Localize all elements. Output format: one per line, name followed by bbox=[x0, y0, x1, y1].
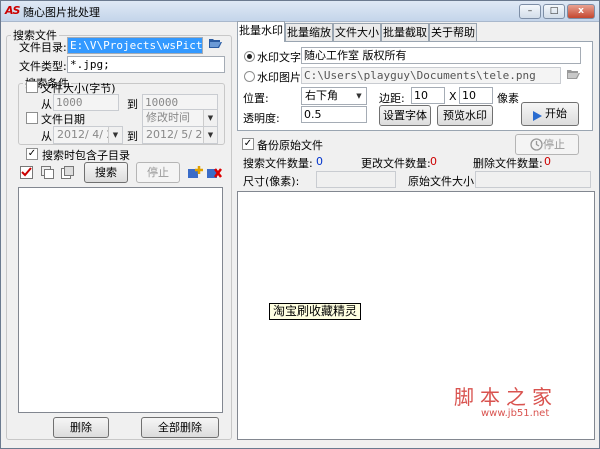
dir-label: 文件目录: bbox=[19, 41, 67, 54]
date-mode-value: 修改时间 bbox=[146, 111, 190, 124]
set-font-button[interactable]: 设置字体 bbox=[379, 105, 431, 126]
date-to-label: 到 bbox=[127, 130, 138, 143]
pixel-unit-label: 像素 bbox=[497, 92, 519, 105]
image-watermark-radio[interactable] bbox=[244, 71, 255, 82]
changed-count-label: 更改文件数量: bbox=[361, 157, 431, 170]
changed-count-value: 0 bbox=[430, 155, 437, 168]
date-label: 文件日期 bbox=[41, 113, 85, 126]
margin-x-separator: X bbox=[449, 90, 457, 103]
app-logo-icon: AS bbox=[5, 4, 20, 17]
dir-input[interactable]: E:\V\Projects\wsPicture bbox=[67, 37, 203, 54]
date-mode-select[interactable]: 修改时间 ▼ bbox=[142, 109, 218, 127]
size-from-label: 从 bbox=[41, 98, 52, 111]
process-stop-label: 停止 bbox=[543, 138, 565, 151]
tab-filesize[interactable]: 文件大小 bbox=[333, 23, 381, 41]
tab-crop[interactable]: 批量截取 bbox=[381, 23, 429, 41]
chevron-down-icon: ▼ bbox=[203, 127, 217, 143]
deleted-count-value: 0 bbox=[544, 155, 551, 168]
invert-selection-icon[interactable] bbox=[61, 166, 74, 182]
orig-size-value bbox=[475, 171, 591, 188]
date-from-picker[interactable]: 2012/ 4/ 2 ▼ bbox=[53, 126, 123, 144]
folder-open-icon[interactable] bbox=[209, 37, 222, 51]
maximize-button[interactable]: □ bbox=[543, 4, 565, 19]
watermark-text-input[interactable]: 随心工作室 版权所有 bbox=[301, 47, 581, 64]
position-label: 位置: bbox=[243, 92, 269, 105]
preview-watermark-button[interactable]: 预览水印 bbox=[437, 105, 493, 126]
window-title: 随心图片批处理 bbox=[23, 6, 100, 19]
delete-button[interactable]: 删除 bbox=[53, 417, 109, 438]
play-icon bbox=[532, 108, 543, 130]
margin-label: 边距: bbox=[379, 92, 405, 105]
close-button[interactable]: x bbox=[567, 4, 595, 19]
backup-checkbox[interactable]: ✓ bbox=[242, 138, 254, 150]
type-input[interactable]: *.jpg; bbox=[67, 56, 225, 73]
copy-icon[interactable] bbox=[41, 166, 54, 182]
size-from-input[interactable]: 1000 bbox=[53, 94, 119, 111]
dimensions-value bbox=[316, 171, 396, 188]
search-count-value: 0 bbox=[316, 155, 323, 168]
process-stop-button[interactable]: 停止 bbox=[515, 134, 579, 155]
size-to-label: 到 bbox=[127, 98, 138, 111]
app-window: AS 随心图片批处理 – □ x 搜索文件 文件目录: E:\V\Project… bbox=[0, 0, 600, 449]
add-files-icon[interactable] bbox=[188, 166, 203, 182]
margin-x-input[interactable]: 10 bbox=[411, 87, 445, 104]
date-to-picker[interactable]: 2012/ 5/ 2 ▼ bbox=[142, 126, 218, 144]
date-checkbox[interactable] bbox=[26, 112, 38, 124]
date-from-label: 从 bbox=[41, 130, 52, 143]
search-count-label: 搜索文件数量: bbox=[243, 157, 313, 170]
chevron-down-icon: ▼ bbox=[203, 110, 217, 126]
search-stop-button[interactable]: 停止 bbox=[136, 162, 180, 183]
include-subdir-checkbox[interactable]: ✓ bbox=[26, 148, 38, 160]
position-value: 右下角 bbox=[305, 89, 338, 102]
watermark-image-input[interactable]: C:\Users\playguy\Documents\tele.png bbox=[301, 67, 561, 84]
image-watermark-label: 水印图片: bbox=[257, 71, 305, 84]
include-subdir-label: 搜索时包含子目录 bbox=[42, 149, 130, 162]
file-list[interactable] bbox=[18, 187, 223, 413]
site-watermark-logo: 脚本之家 bbox=[454, 385, 558, 409]
size-checkbox[interactable] bbox=[26, 81, 38, 93]
tab-watermark[interactable]: 批量水印 bbox=[237, 21, 285, 42]
type-label: 文件类型: bbox=[19, 60, 67, 73]
orig-size-label: 原始文件大小: bbox=[408, 175, 478, 188]
title-bar[interactable]: AS 随心图片批处理 – □ x bbox=[1, 1, 599, 22]
opacity-input[interactable]: 0.5 bbox=[301, 106, 367, 123]
date-from-value: 2012/ 4/ 2 bbox=[57, 128, 114, 141]
delete-all-button[interactable]: 全部删除 bbox=[141, 417, 219, 438]
remove-files-icon[interactable] bbox=[207, 166, 222, 182]
start-button-label: 开始 bbox=[545, 107, 567, 120]
start-button[interactable]: 开始 bbox=[521, 102, 579, 126]
tooltip: 淘宝刷收藏精灵 bbox=[269, 303, 362, 320]
text-watermark-radio[interactable] bbox=[244, 51, 255, 62]
chevron-down-icon: ▼ bbox=[352, 88, 366, 104]
search-button[interactable]: 搜索 bbox=[84, 162, 128, 183]
backup-label: 备份原始文件 bbox=[257, 139, 323, 152]
deleted-count-label: 删除文件数量: bbox=[473, 157, 543, 170]
tab-about[interactable]: 关于帮助 bbox=[429, 23, 477, 41]
opacity-label: 透明度: bbox=[243, 112, 280, 125]
minimize-button[interactable]: – bbox=[519, 4, 541, 19]
date-to-value: 2012/ 5/ 2 bbox=[146, 128, 203, 141]
margin-y-input[interactable]: 10 bbox=[459, 87, 493, 104]
position-select[interactable]: 右下角 ▼ bbox=[301, 87, 367, 105]
check-all-icon[interactable] bbox=[20, 166, 33, 182]
tab-resize[interactable]: 批量缩放 bbox=[285, 23, 333, 41]
site-watermark-url: www.jb51.net bbox=[481, 408, 550, 419]
dimensions-label: 尺寸(像素): bbox=[243, 175, 300, 188]
text-watermark-label: 水印文字: bbox=[257, 51, 305, 64]
folder-open-icon[interactable] bbox=[567, 68, 580, 82]
chevron-down-icon: ▼ bbox=[108, 127, 122, 143]
